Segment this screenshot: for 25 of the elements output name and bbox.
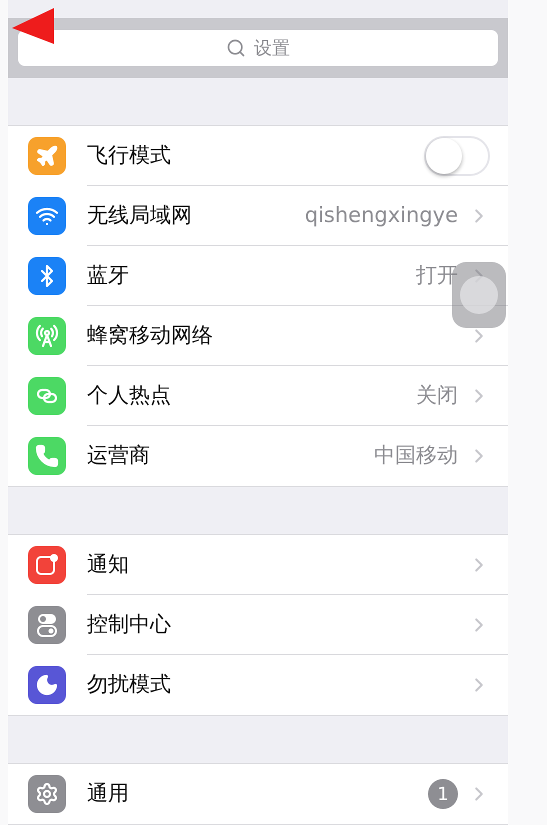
- setting-value: qishengxingye: [304, 202, 458, 229]
- setting-label: 个人热点: [87, 382, 171, 409]
- setting-label: 勿扰模式: [87, 671, 171, 698]
- airplane-icon: [35, 144, 59, 168]
- setting-label: 控制中心: [87, 610, 171, 638]
- setting-value: 中国移动: [374, 442, 458, 470]
- search-field[interactable]: 设置: [18, 30, 498, 66]
- antenna-icon: [35, 324, 59, 348]
- setting-value: 关闭: [416, 382, 458, 409]
- arrow-drawing: [10, 6, 56, 46]
- setting-label: 蜂窝移动网络: [87, 322, 213, 349]
- setting-label: 飞行模式: [87, 142, 171, 169]
- search-icon: [226, 38, 246, 58]
- setting-label: 蓝牙: [87, 262, 129, 289]
- phone-icon: [35, 444, 59, 468]
- moon-icon: [35, 673, 59, 697]
- switches-icon: [35, 612, 59, 638]
- setting-label: 通知: [87, 550, 129, 578]
- setting-label: 通用: [87, 780, 129, 808]
- toggle-switch[interactable]: [424, 136, 490, 176]
- setting-label: 运营商: [87, 442, 150, 470]
- count-badge: 1: [428, 779, 458, 809]
- setting-label: 无线局域网: [87, 202, 192, 229]
- settings-icon: [35, 782, 59, 806]
- notification-icon: [34, 552, 60, 578]
